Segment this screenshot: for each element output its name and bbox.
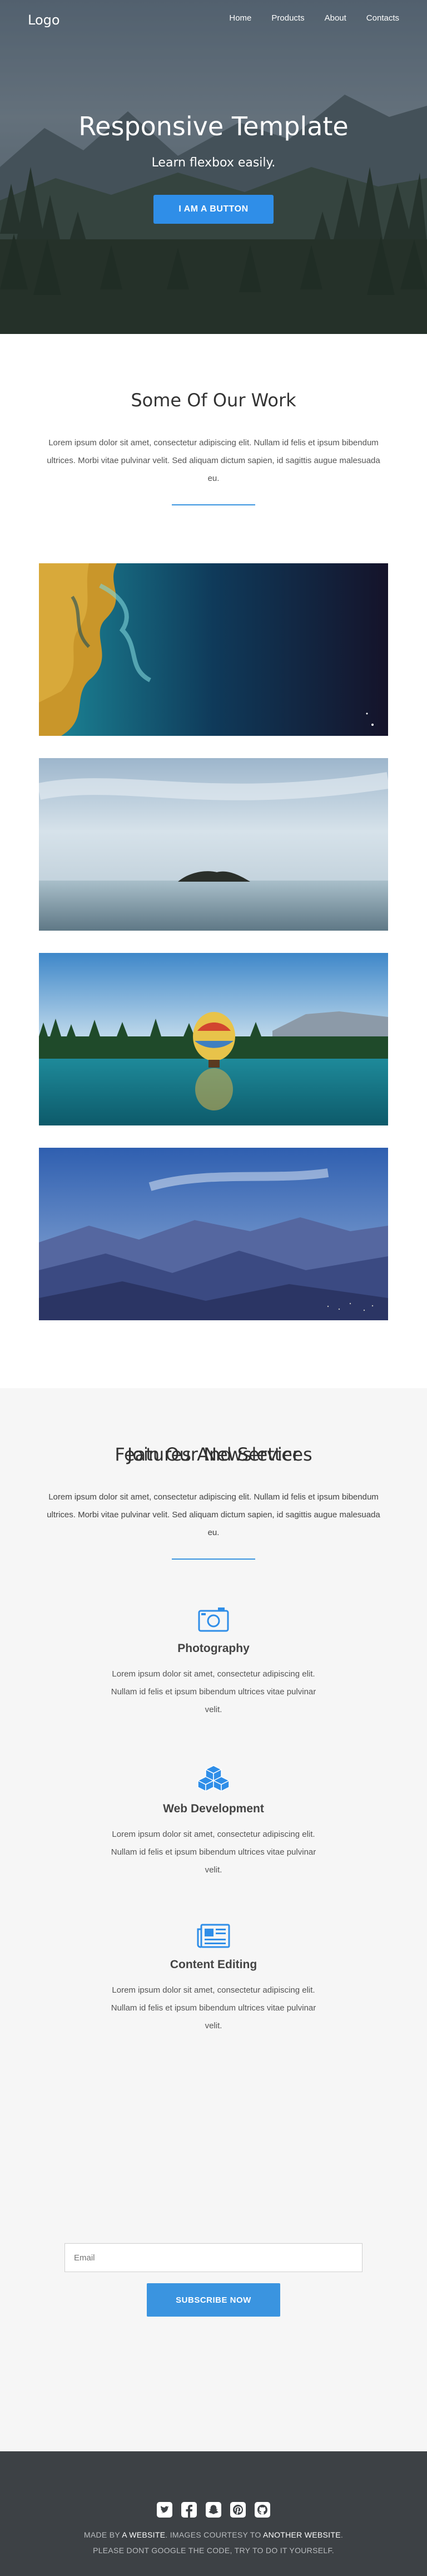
hot-air-balloon-lake-photo — [39, 953, 388, 1125]
footer-credits: MADE BY A WEBSITE. IMAGES COURTESY TO AN… — [0, 2530, 427, 2539]
feature-title: Web Development — [163, 1802, 264, 1815]
top-navigation: Logo Home Products About Contacts — [0, 0, 427, 39]
newsletter-description: Lorem ipsum dolor sit amet, consectetur … — [47, 1492, 380, 1537]
footer-note: PLEASE DONT GOOGLE THE CODE, TRY TO DO I… — [93, 2546, 334, 2555]
work-divider — [172, 504, 255, 505]
newsletter-divider — [172, 1559, 255, 1560]
footer: MADE BY A WEBSITE. IMAGES COURTESY TO AN… — [0, 2451, 427, 2576]
work-title: Some Of Our Work — [131, 390, 296, 411]
email-input[interactable] — [64, 2243, 363, 2272]
camera-icon — [198, 1607, 229, 1632]
hero-section: Logo Home Products About Contacts Respon… — [0, 0, 427, 334]
footer-credits-text: . — [340, 2530, 344, 2539]
blue-mountains-photo — [39, 1148, 388, 1320]
footer-link-another-website[interactable]: ANOTHER WEBSITE — [263, 2530, 341, 2539]
newspaper-icon — [197, 1924, 230, 1948]
hero-cta-button[interactable]: I AM A BUTTON — [153, 195, 274, 224]
nav-link-products[interactable]: Products — [271, 13, 304, 23]
hero-title: Responsive Template — [78, 111, 349, 141]
feature-web-development: Web Development Lorem ipsum dolor sit am… — [102, 1764, 325, 1879]
twitter-icon[interactable] — [156, 2501, 173, 2518]
github-icon[interactable] — [254, 2501, 271, 2518]
pinterest-icon[interactable] — [230, 2501, 246, 2518]
nav-links: Home Products About Contacts — [229, 13, 399, 23]
feature-title: Photography — [177, 1642, 250, 1655]
newsletter-title: Join Our Newsletter — [127, 1444, 300, 1465]
hero-subtitle: Learn flexbox easily. — [151, 156, 276, 170]
feature-text: Lorem ipsum dolor sit amet, consectetur … — [111, 1830, 316, 1875]
feature-text: Lorem ipsum dolor sit amet, consectetur … — [111, 1669, 316, 1714]
nav-link-home[interactable]: Home — [229, 13, 251, 23]
snapchat-icon[interactable] — [205, 2501, 222, 2518]
footer-credits-text: . IMAGES COURTESY TO — [165, 2530, 264, 2539]
facebook-icon[interactable] — [181, 2501, 197, 2518]
feature-title: Content Editing — [170, 1958, 257, 1971]
work-description: Lorem ipsum dolor sit amet, consectetur … — [47, 438, 380, 483]
work-section: Some Of Our Work Lorem ipsum dolor sit a… — [0, 334, 427, 1388]
satellite-coast-photo — [39, 563, 388, 736]
nav-link-contacts[interactable]: Contacts — [366, 13, 399, 23]
lone-island-photo — [39, 758, 388, 931]
feature-text: Lorem ipsum dolor sit amet, consectetur … — [111, 1985, 316, 2031]
footer-link-website[interactable]: A WEBSITE — [122, 2530, 165, 2539]
feature-photography: Photography Lorem ipsum dolor sit amet, … — [102, 1606, 325, 1719]
nav-link-about[interactable]: About — [325, 13, 346, 23]
social-icons — [0, 2501, 427, 2518]
cubes-icon — [197, 1765, 230, 1792]
logo[interactable]: Logo — [28, 12, 60, 28]
features-section: Features And Services Lorem ipsum dolor … — [0, 1388, 427, 2451]
feature-content-editing: Content Editing Lorem ipsum dolor sit am… — [102, 1924, 325, 2035]
subscribe-button[interactable]: SUBSCRIBE NOW — [147, 2283, 280, 2317]
footer-credits-text: MADE BY — [83, 2530, 122, 2539]
